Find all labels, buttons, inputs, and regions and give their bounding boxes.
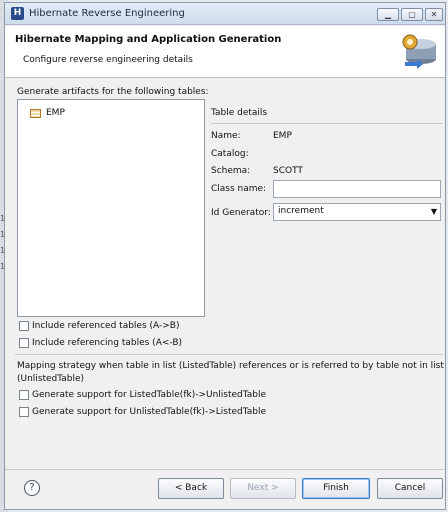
maximize-button[interactable]: ▢ (401, 8, 423, 21)
table-icon (30, 108, 41, 118)
include-referenced-label: Include referenced tables (A->B) (32, 321, 180, 331)
page-subtitle: Configure reverse engineering details (23, 55, 193, 65)
wizard-header: Hibernate Mapping and Application Genera… (5, 26, 445, 78)
tree-item-emp[interactable]: EMP (30, 106, 65, 120)
back-button[interactable]: < Back (158, 478, 224, 499)
wizard-dialog: H Hibernate Reverse Engineering ▁ ▢ ✕ Hi… (4, 2, 446, 510)
button-bar-separator (5, 469, 445, 470)
schema-label: Schema: (211, 166, 251, 176)
include-referencing-checkbox[interactable]: Include referencing tables (A<-B) (19, 338, 182, 348)
app-icon: H (11, 7, 24, 20)
close-button[interactable]: ✕ (425, 8, 443, 21)
tables-label: Generate artifacts for the following tab… (17, 87, 209, 97)
id-generator-label: Id Generator: (211, 208, 271, 218)
id-generator-select[interactable]: increment ▼ (273, 203, 441, 221)
options-separator (15, 354, 443, 355)
support-listed-checkbox[interactable]: Generate support for ListedTable(fk)->Un… (19, 390, 266, 400)
checkbox-box[interactable] (19, 407, 29, 417)
name-label: Name: (211, 131, 241, 141)
cancel-button[interactable]: Cancel (377, 478, 443, 499)
next-button[interactable]: Next > (230, 478, 296, 499)
support-listed-label: Generate support for ListedTable(fk)->Un… (32, 390, 267, 400)
help-icon[interactable]: ? (24, 480, 40, 496)
checkbox-box[interactable] (19, 321, 29, 331)
strategy-text-line-2: (UnlistedTable) (17, 374, 85, 384)
dropdown-arrow-icon[interactable]: ▼ (431, 207, 437, 216)
finish-button[interactable]: Finish (302, 478, 370, 499)
page-title: Hibernate Mapping and Application Genera… (15, 34, 282, 45)
tables-tree[interactable]: EMP (17, 99, 205, 317)
schema-value: SCOTT (273, 166, 303, 176)
tree-item-label: EMP (46, 108, 65, 118)
class-name-label: Class name: (211, 184, 267, 194)
catalog-label: Catalog: (211, 149, 249, 159)
details-separator (211, 123, 443, 124)
window-title: Hibernate Reverse Engineering (29, 8, 185, 19)
table-details-title: Table details (211, 108, 268, 118)
support-unlisted-label: Generate support for UnlistedTable(fk)->… (32, 407, 267, 417)
name-value: EMP (273, 131, 292, 141)
database-mapping-icon (402, 34, 436, 69)
checkbox-box[interactable] (19, 338, 29, 348)
class-name-input[interactable] (273, 180, 441, 198)
support-unlisted-checkbox[interactable]: Generate support for UnlistedTable(fk)->… (19, 407, 266, 417)
strategy-text-line-1: Mapping strategy when table in list (Lis… (17, 361, 444, 371)
checkbox-box[interactable] (19, 390, 29, 400)
id-generator-value: increment (278, 206, 324, 216)
minimize-button[interactable]: ▁ (377, 8, 399, 21)
include-referenced-checkbox[interactable]: Include referenced tables (A->B) (19, 321, 179, 331)
title-bar[interactable]: H Hibernate Reverse Engineering ▁ ▢ ✕ (5, 3, 445, 25)
include-referencing-label: Include referencing tables (A<-B) (32, 338, 183, 348)
